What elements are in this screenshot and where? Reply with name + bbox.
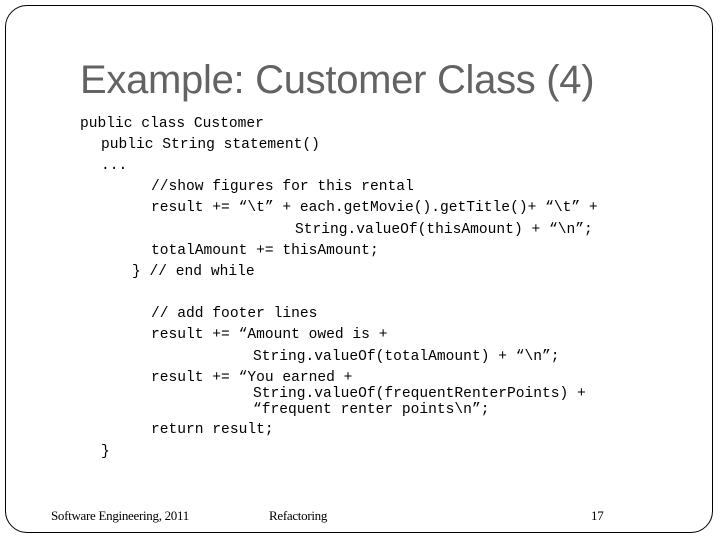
code-line: result += “\t” + each.getMovie().getTitl… bbox=[151, 200, 598, 216]
footer-topic: Refactoring bbox=[269, 508, 328, 523]
page-number: 17 bbox=[591, 508, 604, 523]
code-line: totalAmount += thisAmount; bbox=[151, 243, 379, 259]
code-line: // add footer lines bbox=[151, 306, 318, 322]
code-line: “frequent renter points\n”; bbox=[253, 402, 490, 418]
code-line: String.valueOf(totalAmount) + “\n”; bbox=[253, 349, 560, 365]
code-line: public class Customer bbox=[80, 116, 264, 132]
code-line: result += “Amount owed is + bbox=[151, 327, 388, 343]
code-line: String.valueOf(thisAmount) + “\n”; bbox=[295, 222, 593, 238]
code-line: } bbox=[101, 444, 110, 460]
footer-course: Software Engineering, 2011 bbox=[51, 508, 189, 523]
code-line: //show figures for this rental bbox=[151, 179, 414, 195]
code-line: ... bbox=[101, 158, 128, 174]
code-line: } // end while bbox=[132, 264, 255, 280]
code-line: return result; bbox=[151, 422, 274, 438]
slide-title: Example: Customer Class (4) bbox=[80, 58, 595, 102]
code-line: public String statement() bbox=[101, 137, 320, 153]
